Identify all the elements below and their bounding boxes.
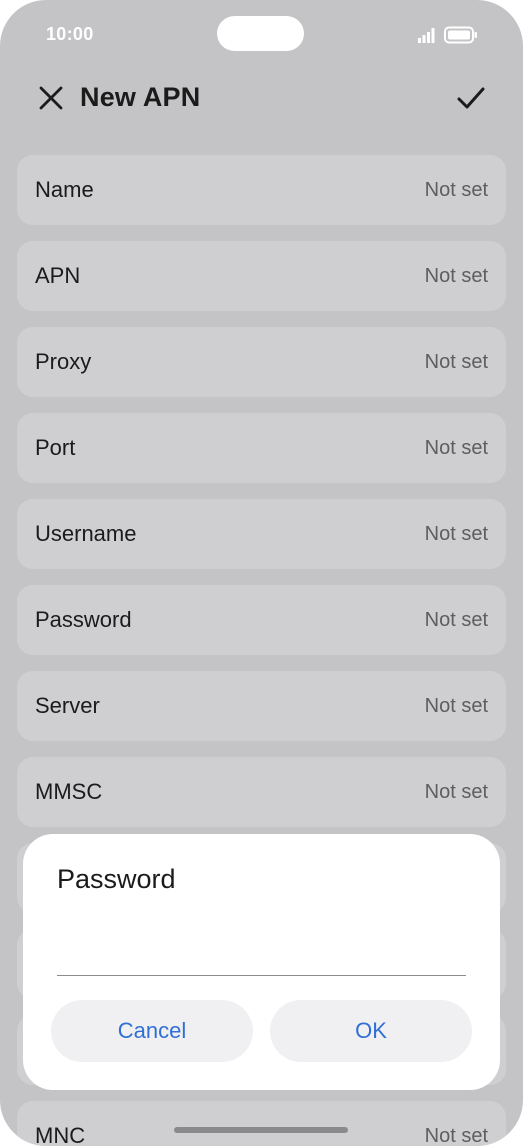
field-row-apn[interactable]: APN Not set xyxy=(17,241,506,311)
field-value: Not set xyxy=(424,609,488,631)
field-row-mmsc[interactable]: MMSC Not set xyxy=(17,757,506,827)
field-value: Not set xyxy=(424,179,488,201)
field-row-proxy[interactable]: Proxy Not set xyxy=(17,327,506,397)
field-row-username[interactable]: Username Not set xyxy=(17,499,506,569)
password-input[interactable] xyxy=(57,916,466,976)
signal-icon xyxy=(418,28,435,43)
field-label: MNC xyxy=(35,1123,86,1146)
field-label: MMSC xyxy=(35,779,103,804)
battery-icon xyxy=(444,26,477,44)
field-row-name[interactable]: Name Not set xyxy=(17,155,506,225)
field-row-mnc[interactable]: MNC Not set xyxy=(17,1101,506,1146)
field-value: Not set xyxy=(424,781,488,803)
page-title: New APN xyxy=(80,82,201,112)
dialog-title: Password xyxy=(57,864,176,894)
field-label: Port xyxy=(35,435,76,460)
field-row-port[interactable]: Port Not set xyxy=(17,413,506,483)
field-value: Not set xyxy=(424,1125,488,1146)
camera-notch xyxy=(217,16,304,51)
home-indicator[interactable] xyxy=(174,1127,348,1133)
field-value: Not set xyxy=(424,437,488,459)
password-dialog: Password Cancel OK xyxy=(23,834,500,1090)
field-value: Not set xyxy=(424,265,488,287)
close-icon[interactable] xyxy=(38,85,64,111)
cancel-button[interactable]: Cancel xyxy=(51,1000,253,1062)
phone-screen: 10:00 New APN Name Not set APN Not set P… xyxy=(0,0,523,1146)
field-value: Not set xyxy=(424,523,488,545)
field-label: Username xyxy=(35,521,137,546)
field-value: Not set xyxy=(424,351,488,373)
field-label: Server xyxy=(35,693,100,718)
check-icon[interactable] xyxy=(456,84,486,112)
field-label: APN xyxy=(35,263,81,288)
field-value: Not set xyxy=(424,695,488,717)
field-row-password[interactable]: Password Not set xyxy=(17,585,506,655)
field-label: Proxy xyxy=(35,349,92,374)
ok-button[interactable]: OK xyxy=(270,1000,472,1062)
field-row-server[interactable]: Server Not set xyxy=(17,671,506,741)
status-time: 10:00 xyxy=(46,24,94,44)
field-label: Name xyxy=(35,177,94,202)
field-label: Password xyxy=(35,607,132,632)
